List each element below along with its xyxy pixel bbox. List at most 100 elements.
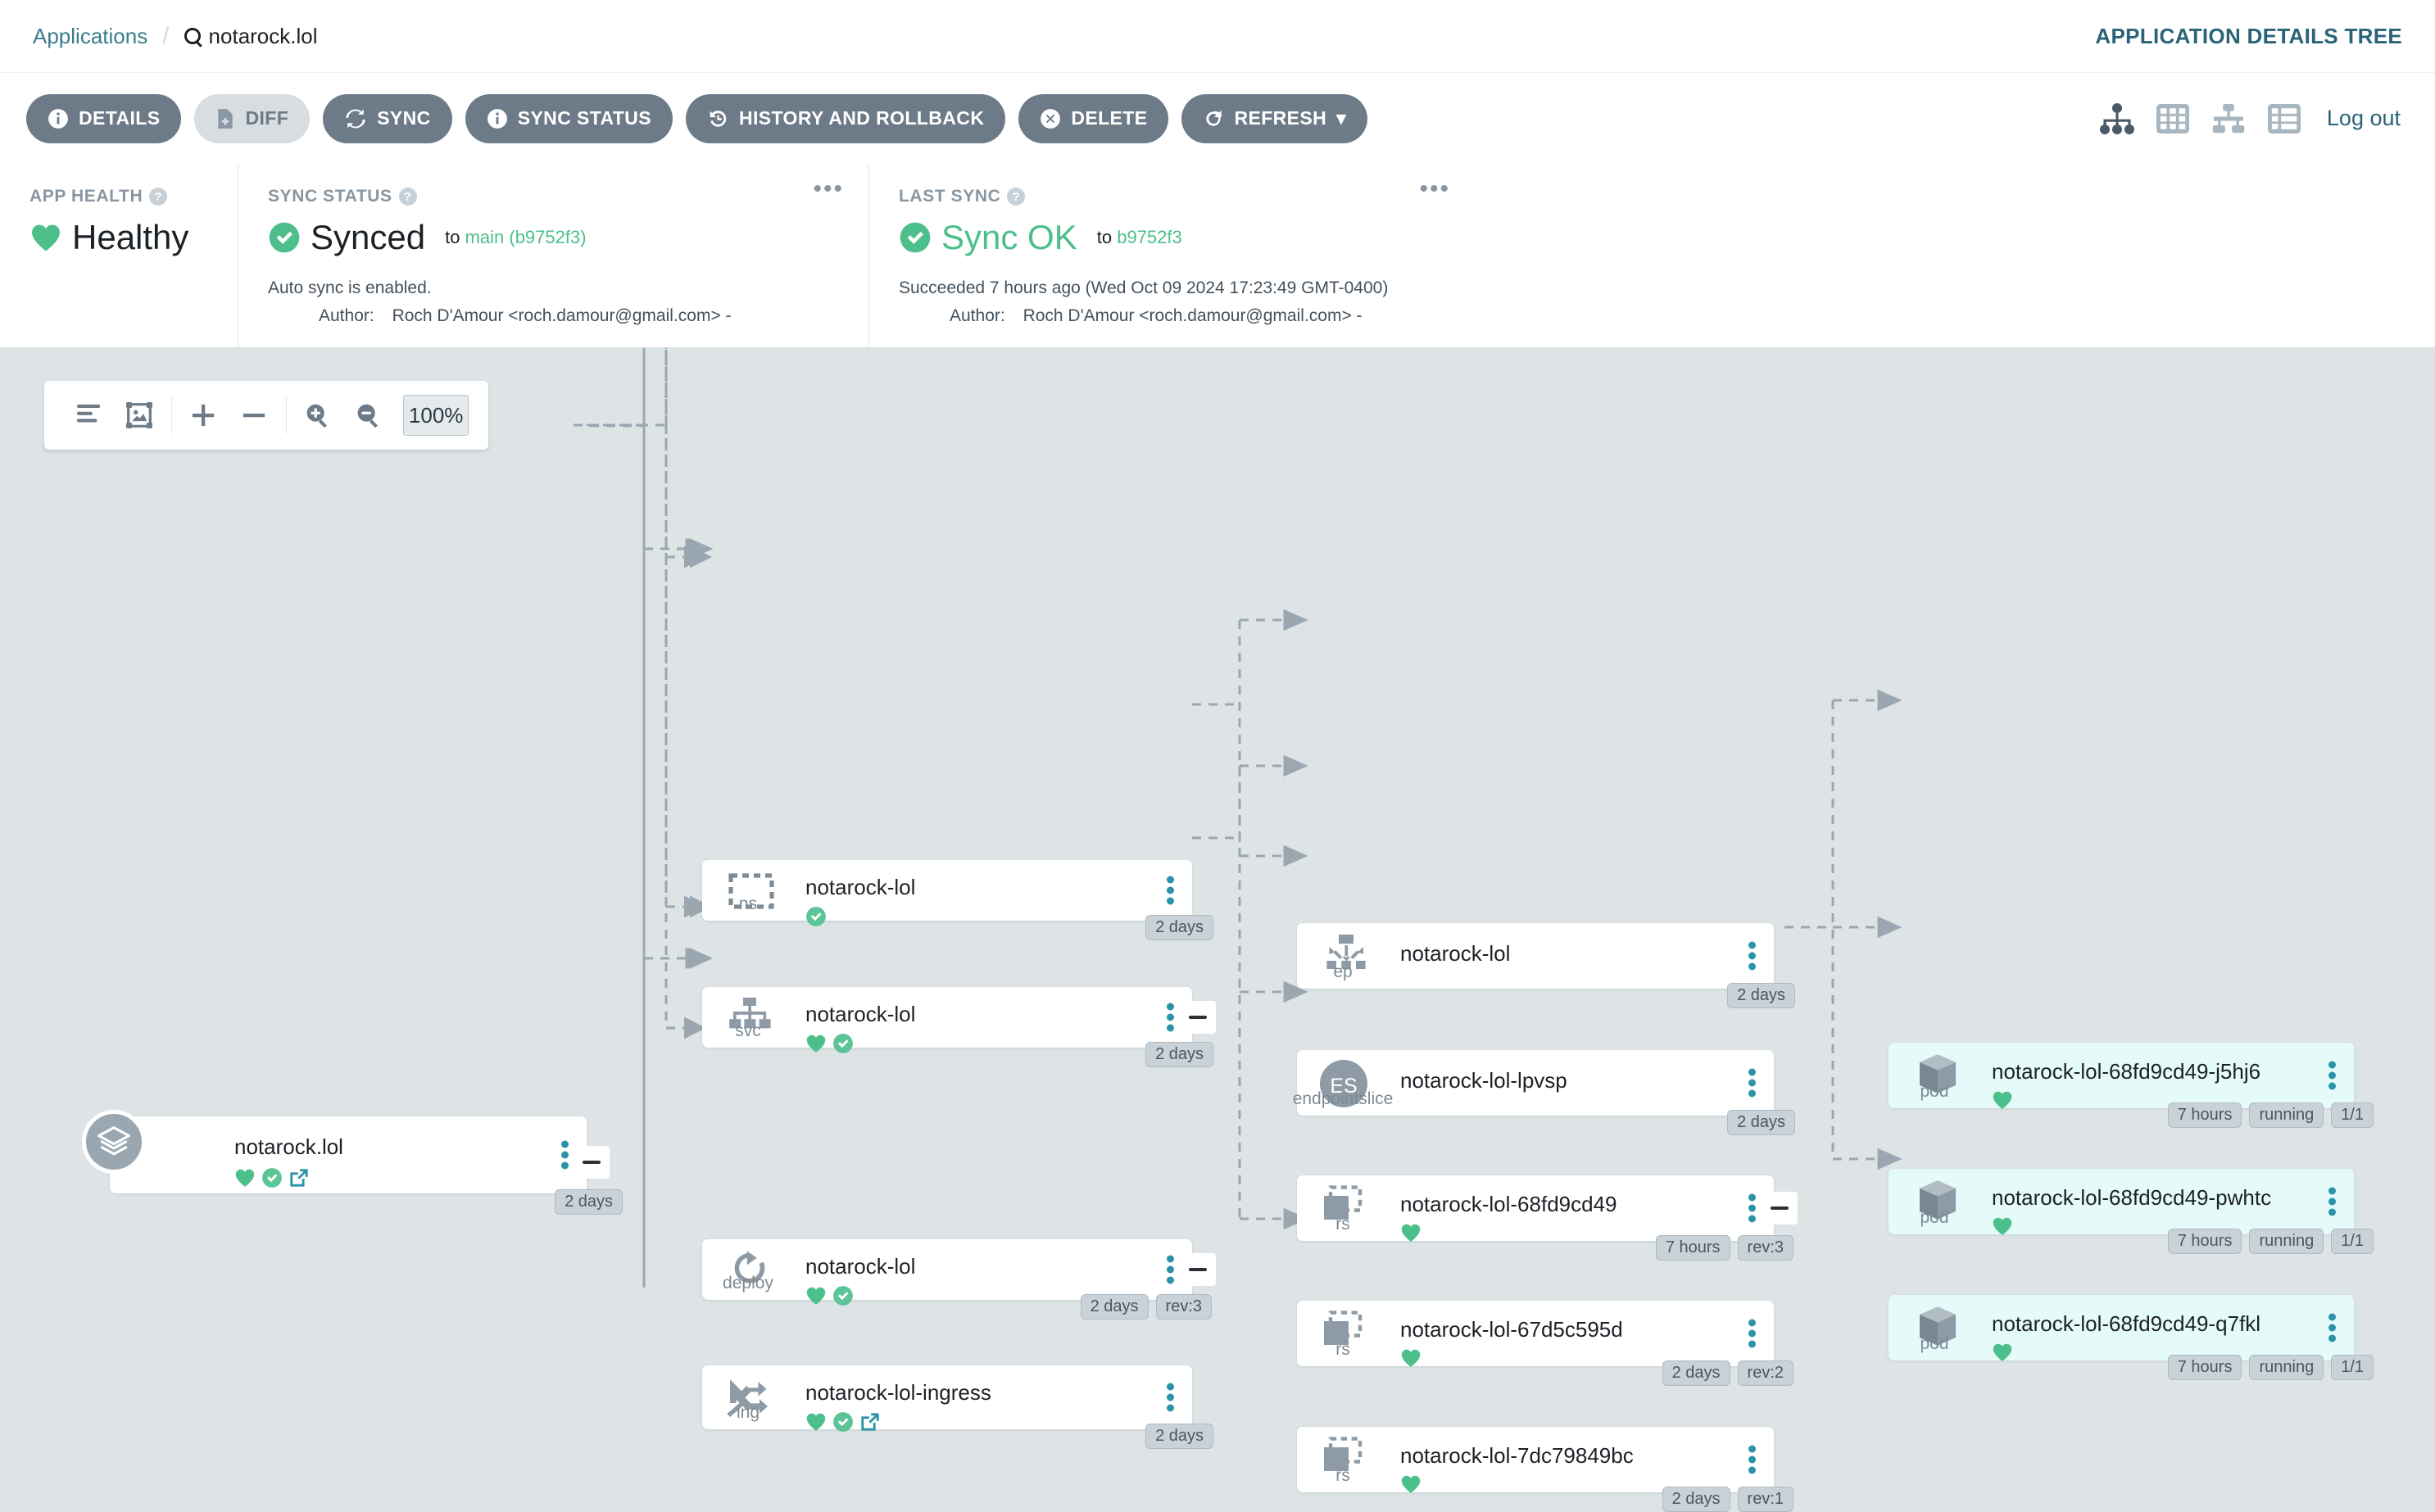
tree-node-tags: 2 days [1145,1042,1213,1067]
tree-node-tag: 1/1 [2331,1102,2374,1128]
tree-view-icon[interactable] [2099,102,2135,135]
external-link-icon[interactable] [288,1167,310,1188]
tree-node-tags: 2 days [1145,1424,1213,1449]
tree-node-menu-button[interactable] [1167,873,1174,908]
file-diff-icon [218,108,234,129]
tree-node-tag: 1/1 [2331,1355,2374,1380]
last-sync-to-prefix: to [1096,227,1113,247]
tree-node-deploy[interactable]: deploy notarock-lol 2 days rev:3 [702,1239,1212,1320]
help-icon[interactable]: ? [149,188,168,206]
last-sync-revision[interactable]: b9752f3 [1117,227,1182,247]
app-health-value-row: Healthy [29,218,208,257]
collapse-rs-button[interactable] [1762,1192,1798,1225]
tree-node-ep[interactable]: ep notarock-lol 2 days [1297,923,1795,1008]
tree-node-menu-button[interactable] [1167,1380,1174,1415]
tree-node-tag: 2 days [1080,1294,1149,1320]
tree-node-pod-j5hj6[interactable]: pod notarock-lol-68fd9cd49-j5hj6 7 hours… [1889,1043,2374,1128]
history-and-rollback-button[interactable]: HISTORY AND ROLLBACK [685,93,1006,143]
tree-node-tags: 7 hours rev:3 [1655,1235,1793,1261]
list-view-icon[interactable] [2267,102,2301,135]
diff-button[interactable]: DIFF [194,93,311,143]
chevron-down-icon: ▾ [1336,107,1347,129]
tree-node-kind: endpointslice [1292,1089,1394,1108]
diff-button-label: DIFF [245,107,289,129]
tree-node-name: notarock-lol-68fd9cd49-q7fkl [1992,1311,2261,1336]
details-button[interactable]: DETAILS [26,93,182,143]
collapse-deploy-button[interactable] [1180,1253,1216,1286]
tree-node-badges [805,1411,881,1433]
sync-status-menu-button[interactable]: ••• [813,177,844,201]
info-icon [487,108,507,129]
tree-node-kind: svc [735,1021,761,1040]
sync-status-note: Auto sync is enabled. [268,278,432,297]
tree-node-tag: 2 days [1145,915,1213,940]
network-view-icon[interactable] [2211,102,2247,135]
tree-node-kind: rs [1335,1466,1350,1485]
heart-icon [1401,1224,1421,1242]
collapse-app-button[interactable] [574,1146,610,1179]
tree-node-rs-7dc79849bc[interactable]: rs notarock-lol-7dc79849bc 2 days rev:1 [1297,1427,1793,1512]
tree-node-tag: 2 days [1662,1360,1730,1386]
tree-node-menu-button[interactable] [1748,1066,1756,1101]
tree-node-ns[interactable]: ns notarock-lol 2 days [702,860,1213,940]
sync-status-button-label: SYNC STATUS [517,107,651,129]
breadcrumb-applications-link[interactable]: Applications [33,24,147,49]
tree-node-endpointslice[interactable]: ES endpointslice notarock-lol-lpvsp 2 da… [1293,1050,1795,1135]
tree-node-pod-pwhtc[interactable]: pod notarock-lol-68fd9cd49-pwhtc 7 hours… [1889,1169,2374,1254]
tree-node-rs-67d5c595d[interactable]: rs notarock-lol-67d5c595d 2 days rev:2 [1297,1301,1793,1386]
logout-link[interactable]: Log out [2327,106,2401,131]
tree-node-tag: rev:1 [1737,1487,1793,1512]
tree-node-menu-button[interactable] [2328,1058,2336,1093]
tree-node-menu-button[interactable] [1748,1316,1756,1351]
tree-node-kind: rs [1335,1340,1350,1359]
tree-node-menu-button[interactable] [561,1138,569,1173]
tree-node-menu-button[interactable] [2328,1184,2336,1220]
pods-grid-icon[interactable] [2156,102,2189,135]
breadcrumb-separator: / [162,22,170,49]
tree-node-menu-button[interactable] [1748,1191,1756,1226]
application-tree-canvas[interactable]: notarock.lol 2 days ns notarock-lol 2 da… [0,348,2435,1512]
tree-node-kind: deploy [723,1274,773,1292]
view-switcher: Log out [2099,102,2409,135]
tree-node-tag: 2 days [1145,1042,1213,1067]
last-sync-menu-button[interactable]: ••• [1419,177,1450,201]
tree-node-tag: running [2249,1102,2324,1128]
help-icon[interactable]: ? [398,188,417,206]
external-link-icon[interactable] [859,1411,881,1433]
sync-button[interactable]: SYNC [323,93,452,143]
sync-status-to-prefix: to [445,227,460,247]
tree-node-menu-button[interactable] [1167,1000,1174,1035]
tree-node-tag: 7 hours [2167,1102,2242,1128]
tree-node-tag: rev:3 [1737,1235,1793,1261]
sync-status-value: Synced [311,218,426,256]
last-sync-panel: LAST SYNC ? ••• Sync OK to b9752f3 Succe… [868,164,1475,347]
page-title: APPLICATION DETAILS TREE [2095,23,2402,48]
delete-circle-icon [1041,108,1061,129]
breadcrumb-bar: Applications / notarock.lol APPLICATION … [0,0,2435,72]
check-circle-icon [269,222,300,253]
tree-node-tag: 7 hours [1655,1235,1730,1261]
tree-node-app[interactable]: notarock.lol 2 days [110,1116,623,1215]
tree-node-menu-button[interactable] [1748,939,1756,974]
help-icon[interactable]: ? [1007,188,1026,206]
tree-node-menu-button[interactable] [1167,1252,1174,1288]
refresh-button[interactable]: REFRESH ▾ [1181,93,1368,143]
tree-node-pod-q7fkl[interactable]: pod notarock-lol-68fd9cd49-q7fkl 7 hours… [1889,1295,2374,1380]
tree-node-svc[interactable]: svc notarock-lol 2 days [702,987,1213,1067]
tree-node-tags: 2 days rev:1 [1662,1487,1793,1512]
tree-node-badges [805,1033,854,1054]
heart-icon [806,1287,826,1305]
collapse-svc-button[interactable] [1180,1001,1216,1034]
last-sync-author: Roch D'Amour <roch.damour@gmail.com> - [1023,306,1363,325]
tree-node-tag: 2 days [1727,1110,1795,1135]
sync-status-button[interactable]: SYNC STATUS [465,93,673,143]
tree-node-rs-68fd9cd49[interactable]: rs notarock-lol-68fd9cd49 7 hours rev:3 [1297,1175,1793,1261]
check-circle-icon [900,222,931,253]
tree-node-menu-button[interactable] [1748,1442,1756,1478]
sync-status-revision[interactable]: main (b9752f3) [465,227,587,247]
tree-node-menu-button[interactable] [2328,1311,2336,1346]
tree-node-ing[interactable]: ing notarock-lol-ingress 2 days [702,1365,1213,1449]
delete-button[interactable]: DELETE [1018,93,1169,143]
tree-node-badges [1992,1342,2013,1362]
app-health-panel: APP HEALTH ? Healthy [0,164,238,347]
